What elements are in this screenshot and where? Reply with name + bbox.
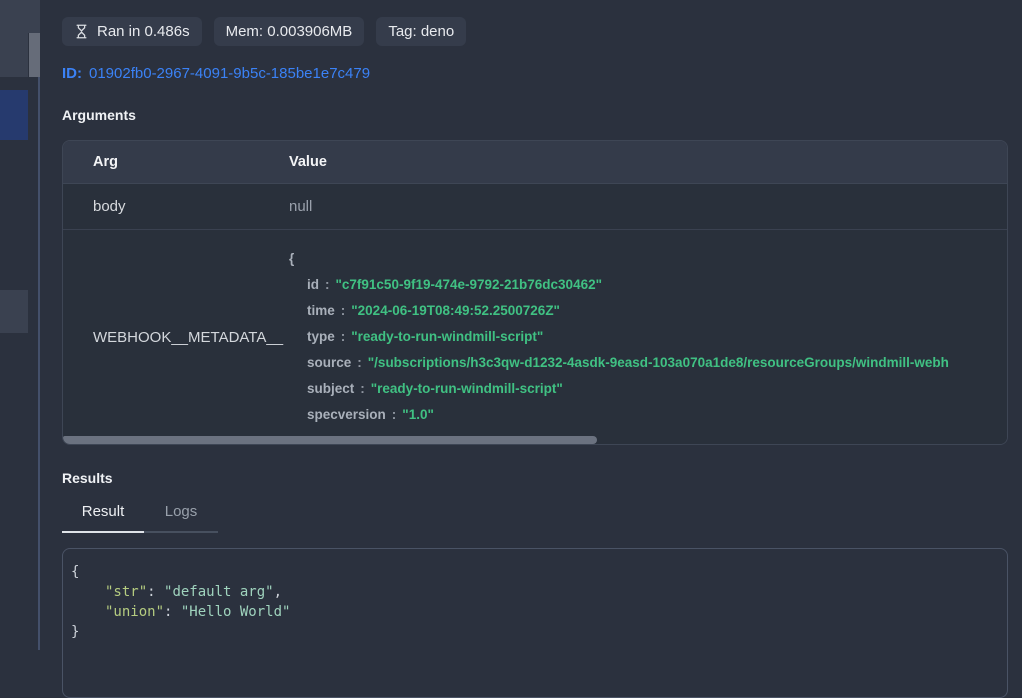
json-colon: : xyxy=(341,303,346,318)
code-colon: : xyxy=(147,584,164,600)
json-entry: id: "c7f91c50-9f19-474e-9792-21b76dc30462… xyxy=(289,272,1007,298)
code-comma: , xyxy=(274,584,282,600)
sidebar-item[interactable] xyxy=(0,33,28,77)
arguments-table: Arg Value body null WEBHOOK__METADATA__ … xyxy=(62,140,1008,445)
results-tabs: Result Logs xyxy=(62,503,1008,533)
results-title: Results xyxy=(62,470,1008,486)
code-entry: "union": "Hello World" xyxy=(71,602,999,622)
job-id-line: ID: 01902fb0-2967-4091-9b5c-185be1e7c479 xyxy=(62,65,1008,82)
sidebar-item-active[interactable] xyxy=(0,90,28,140)
hourglass-icon xyxy=(74,24,89,39)
json-value: "ready-to-run-windmill-script" xyxy=(351,329,543,344)
arg-name-label: WEBHOOK__METADATA__ xyxy=(93,329,283,346)
json-colon: : xyxy=(341,329,346,344)
code-entry: "str": "default arg", xyxy=(71,582,999,602)
tag-badge: Tag: deno xyxy=(376,17,466,46)
sidebar xyxy=(0,0,40,650)
table-horizontal-scrollbar xyxy=(63,436,1007,444)
table-row: WEBHOOK__METADATA__ { id: "c7f91c50-9f19-… xyxy=(63,230,1007,444)
json-entry: source: "/subscriptions/h3c3qw-d1232-4asd… xyxy=(289,350,1007,376)
tab-result[interactable]: Result xyxy=(62,503,144,533)
json-entry: type: "ready-to-run-windmill-script" xyxy=(289,324,1007,350)
json-entry: specversion: "1.0" xyxy=(289,402,1007,428)
json-key: subject xyxy=(307,381,354,396)
json-key: time xyxy=(307,303,335,318)
json-value: "1.0" xyxy=(402,407,434,422)
arg-value: null xyxy=(289,198,1007,215)
json-colon: : xyxy=(357,355,362,370)
memory-badge: Mem: 0.003906MB xyxy=(214,17,365,46)
arg-name: body xyxy=(63,198,289,215)
json-value: "/subscriptions/h3c3qw-d1232-4asdk-9easd… xyxy=(368,355,949,370)
code-close-brace: } xyxy=(71,622,999,642)
job-stats-badges: Ran in 0.486s Mem: 0.003906MB Tag: deno xyxy=(62,17,1008,46)
sidebar-item[interactable] xyxy=(0,290,28,333)
job-id-label: ID: xyxy=(62,65,82,82)
json-value: "ready-to-run-windmill-script" xyxy=(371,381,563,396)
job-id-value[interactable]: 01902fb0-2967-4091-9b5c-185be1e7c479 xyxy=(89,65,370,82)
code-key: "union" xyxy=(105,604,164,620)
json-key: type xyxy=(307,329,335,344)
result-json-block: { "str": "default arg", "union": "Hello … xyxy=(62,548,1008,698)
json-key: source xyxy=(307,355,351,370)
table-row: body null xyxy=(63,184,1007,230)
json-colon: : xyxy=(325,277,330,292)
metadata-json-viewer: { id: "c7f91c50-9f19-474e-9792-21b76dc304… xyxy=(289,246,1007,428)
json-colon: : xyxy=(360,381,365,396)
arg-column-header: Arg xyxy=(63,154,289,170)
json-entry: time: "2024-06-19T08:49:52.2500726Z" xyxy=(289,298,1007,324)
json-value: "c7f91c50-9f19-474e-9792-21b76dc30462" xyxy=(336,277,603,292)
code-colon: : xyxy=(164,604,181,620)
json-open-brace: { xyxy=(289,246,1007,272)
tab-logs[interactable]: Logs xyxy=(144,503,218,533)
runtime-badge-label: Ran in 0.486s xyxy=(97,22,190,41)
arguments-title: Arguments xyxy=(62,107,1008,123)
json-entry: subject: "ready-to-run-windmill-script" xyxy=(289,376,1007,402)
json-colon: : xyxy=(392,407,397,422)
value-column-header: Value xyxy=(289,154,1007,170)
tag-badge-label: Tag: deno xyxy=(388,22,454,41)
code-open-brace: { xyxy=(71,562,999,582)
sidebar-item[interactable] xyxy=(0,0,40,33)
arg-name: WEBHOOK__METADATA__ xyxy=(63,246,289,428)
code-value: "default arg" xyxy=(164,584,274,600)
job-detail-panel: Ran in 0.486s Mem: 0.003906MB Tag: deno … xyxy=(42,0,1022,650)
table-horizontal-scrollbar-thumb[interactable] xyxy=(63,436,597,444)
json-value: "2024-06-19T08:49:52.2500726Z" xyxy=(351,303,560,318)
code-value: "Hello World" xyxy=(181,604,291,620)
runtime-badge: Ran in 0.486s xyxy=(62,17,202,46)
json-key: id xyxy=(307,277,319,292)
code-key: "str" xyxy=(105,584,147,600)
memory-badge-label: Mem: 0.003906MB xyxy=(226,22,353,41)
json-key: specversion xyxy=(307,407,386,422)
sidebar-scrollbar-thumb[interactable] xyxy=(29,33,40,77)
arguments-table-header: Arg Value xyxy=(63,141,1007,184)
